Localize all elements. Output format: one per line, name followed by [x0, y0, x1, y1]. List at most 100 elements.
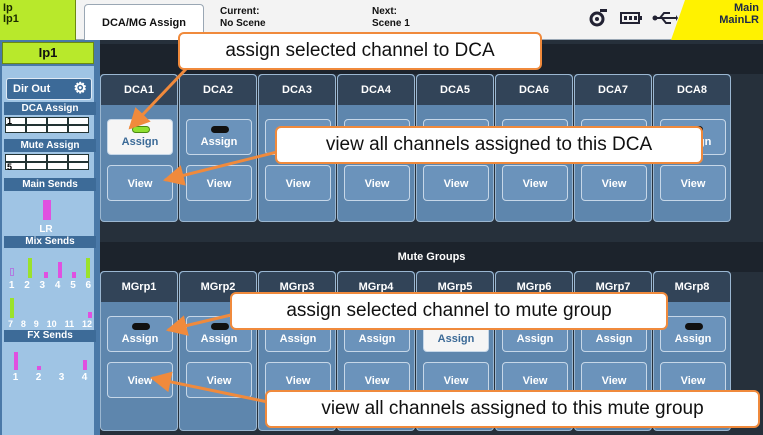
mix-sends-row-2: 7 8 9 10 11 12: [4, 319, 96, 329]
view-label: View: [522, 375, 548, 387]
mix-send-number[interactable]: 1: [9, 280, 15, 291]
dca-assign-button[interactable]: Assign: [107, 119, 173, 155]
mute-groups-header: Mute Groups: [100, 242, 763, 272]
mix-send-meter: [10, 298, 14, 318]
mix-send-number[interactable]: 6: [86, 280, 92, 291]
mute-assign-button[interactable]: Assign: [660, 316, 726, 352]
next-scene-value: Scene 1: [372, 18, 410, 27]
mute-strip-name: MGrp1: [101, 272, 177, 302]
mix-send-number[interactable]: 9: [34, 319, 39, 329]
mix-send-number[interactable]: 11: [65, 319, 75, 329]
gear-link-icon[interactable]: [588, 7, 610, 34]
dca-view-button[interactable]: View: [423, 165, 489, 201]
dca-view-button[interactable]: View: [344, 165, 410, 201]
mix-send-number[interactable]: 10: [47, 319, 57, 329]
mute-assign-button[interactable]: Assign: [107, 316, 173, 352]
fx-send-meter: [37, 366, 41, 370]
fx-send-number[interactable]: 1: [13, 372, 19, 383]
sidebar-channel-name[interactable]: Ip1: [2, 42, 94, 64]
assign-label: Assign: [121, 333, 159, 345]
callout-dca-view: view all channels assigned to this DCA: [275, 126, 703, 164]
main-sends-heading: Main Sends: [4, 178, 96, 191]
view-label: View: [127, 375, 153, 387]
fx-send-meter: [14, 352, 18, 370]
dca-view-button[interactable]: View: [502, 165, 568, 201]
view-label: View: [364, 178, 390, 190]
fx-send-number[interactable]: 4: [82, 372, 88, 383]
mix-send-meter: [72, 272, 76, 278]
fx-send-number[interactable]: 3: [59, 372, 65, 383]
dca-strip-name: DCA6: [496, 75, 572, 105]
fx-sends-row: 1 2 3 4: [4, 372, 96, 383]
mix-name: MainLR: [719, 14, 759, 26]
mix-send-number[interactable]: 7: [8, 319, 13, 329]
dca-strip-name: DCA2: [180, 75, 256, 105]
dca-view-button[interactable]: View: [107, 165, 173, 201]
view-label: View: [680, 375, 706, 387]
dca-assigned-number: 1: [7, 116, 13, 126]
assign-label: Assign: [437, 333, 475, 345]
dir-out-label: Dir Out: [13, 83, 51, 95]
callout-dca-assign: assign selected channel to DCA: [178, 32, 542, 70]
callout-mute-assign: assign selected channel to mute group: [230, 292, 668, 330]
dca-view-button[interactable]: View: [265, 165, 331, 201]
view-label: View: [285, 178, 311, 190]
mix-send-number[interactable]: 8: [21, 319, 26, 329]
dca-assign-heading: DCA Assign: [4, 102, 96, 115]
mix-send-meter: [58, 262, 62, 278]
mute-assign-overview[interactable]: [5, 154, 89, 170]
assign-label: Assign: [200, 136, 238, 148]
view-label: View: [443, 178, 469, 190]
main-mix-chip[interactable]: Main MainLR: [671, 0, 763, 40]
view-label: View: [443, 375, 469, 387]
callout-mute-view: view all channels assigned to this mute …: [265, 390, 760, 428]
mute-view-button[interactable]: View: [186, 362, 252, 398]
mix-send-meter: [86, 258, 90, 278]
dca-strip: DCA2 Assign View: [179, 74, 257, 222]
assign-led-indicator: [685, 323, 703, 330]
dca-view-button[interactable]: View: [660, 165, 726, 201]
lr-label: LR: [39, 224, 53, 235]
assign-label: Assign: [279, 333, 317, 345]
mix-send-number[interactable]: 12: [82, 319, 92, 329]
mute-assigned-number: 5: [7, 162, 13, 172]
mute-view-button[interactable]: View: [107, 362, 173, 398]
mix-send-number[interactable]: 4: [55, 280, 61, 291]
current-scene-value: No Scene: [220, 18, 266, 27]
mix-send-number[interactable]: 3: [40, 280, 46, 291]
assign-label: Assign: [358, 333, 396, 345]
dca-view-button[interactable]: View: [581, 165, 647, 201]
dca-strip-name: DCA7: [575, 75, 651, 105]
selected-channel-chip[interactable]: Ip Ip1: [0, 0, 76, 40]
mix-send-meter: [28, 258, 32, 278]
next-scene-label: Next:: [372, 6, 398, 17]
dca-assign-button[interactable]: Assign: [186, 119, 252, 155]
assign-label: Assign: [516, 333, 554, 345]
lr-send-meter: [43, 200, 51, 220]
current-scene-label: Current:: [220, 6, 260, 17]
dca-view-button[interactable]: View: [186, 165, 252, 201]
assign-label: Assign: [121, 136, 159, 148]
assign-led-indicator: [211, 126, 229, 133]
mix-send-number[interactable]: 2: [24, 280, 30, 291]
dca-strip-name: DCA8: [654, 75, 730, 105]
assign-led-indicator: [211, 323, 229, 330]
view-label: View: [364, 375, 390, 387]
mix-sends-row-1: 1 2 3 4 5 6: [4, 280, 96, 291]
mute-assign-heading: Mute Assign: [4, 139, 96, 152]
assign-label: Assign: [674, 333, 712, 345]
dca-strip-name: DCA3: [259, 75, 335, 105]
view-label: View: [206, 178, 232, 190]
mix-send-number[interactable]: 5: [70, 280, 76, 291]
mute-strip: MGrp1 Assign View: [100, 271, 178, 431]
mix-send-meter: [44, 272, 48, 278]
dca-strip-name: DCA5: [417, 75, 493, 105]
channel-name: Ip1: [3, 13, 19, 25]
view-label: View: [680, 178, 706, 190]
fx-send-number[interactable]: 2: [36, 372, 42, 383]
mix-sends-heading: Mix Sends: [4, 236, 96, 248]
dir-out-button[interactable]: Dir Out ⚙: [6, 78, 92, 100]
gear-icon: ⚙: [73, 80, 87, 97]
dca-assign-overview[interactable]: [5, 117, 89, 133]
assign-led-indicator: [132, 126, 150, 133]
